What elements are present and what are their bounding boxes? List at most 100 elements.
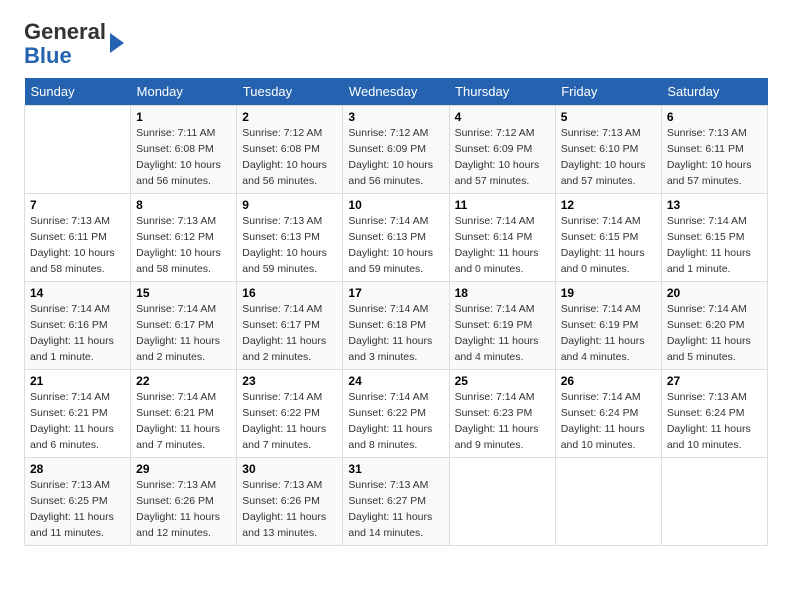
day-info: Sunrise: 7:13 AMSunset: 6:26 PMDaylight:… <box>242 478 337 541</box>
day-number: 24 <box>348 374 443 388</box>
day-number: 8 <box>136 198 231 212</box>
day-info: Sunrise: 7:13 AMSunset: 6:12 PMDaylight:… <box>136 214 231 277</box>
day-number: 10 <box>348 198 443 212</box>
day-number: 9 <box>242 198 337 212</box>
calendar-day-6: 6 Sunrise: 7:13 AMSunset: 6:11 PMDaylight… <box>661 106 767 194</box>
day-info: Sunrise: 7:14 AMSunset: 6:17 PMDaylight:… <box>242 302 337 365</box>
day-number: 26 <box>561 374 656 388</box>
calendar-day-28: 28Sunrise: 7:13 AMSunset: 6:25 PMDayligh… <box>25 458 131 546</box>
calendar-day-16: 16 Sunrise: 7:14 AMSunset: 6:17 PMDayligh… <box>237 282 343 370</box>
day-number: 16 <box>242 286 337 300</box>
day-info: Sunrise: 7:14 AMSunset: 6:15 PMDaylight:… <box>667 214 762 277</box>
calendar-day-27: 27Sunrise: 7:13 AMSunset: 6:24 PMDayligh… <box>661 370 767 458</box>
calendar-day-7: 7 Sunrise: 7:13 AMSunset: 6:11 PMDaylight… <box>25 194 131 282</box>
calendar-table: SundayMondayTuesdayWednesdayThursdayFrid… <box>24 78 768 546</box>
day-number: 30 <box>242 462 337 476</box>
weekday-header-tuesday: Tuesday <box>237 78 343 106</box>
calendar-week-row: 1 Sunrise: 7:11 AMSunset: 6:08 PMDaylight… <box>25 106 768 194</box>
calendar-day-30: 30 Sunrise: 7:13 AMSunset: 6:26 PMDayligh… <box>237 458 343 546</box>
day-info: Sunrise: 7:14 AMSunset: 6:19 PMDaylight:… <box>455 302 550 365</box>
day-number: 20 <box>667 286 762 300</box>
logo-general: General <box>24 19 106 44</box>
day-number: 3 <box>348 110 443 124</box>
calendar-day-10: 10 Sunrise: 7:14 AMSunset: 6:13 PMDayligh… <box>343 194 449 282</box>
day-number: 4 <box>455 110 550 124</box>
calendar-day-31: 31Sunrise: 7:13 AMSunset: 6:27 PMDayligh… <box>343 458 449 546</box>
calendar-day-29: 29 Sunrise: 7:13 AMSunset: 6:26 PMDayligh… <box>131 458 237 546</box>
calendar-day-26: 26 Sunrise: 7:14 AMSunset: 6:24 PMDayligh… <box>555 370 661 458</box>
day-number: 21 <box>30 374 125 388</box>
day-info: Sunrise: 7:14 AMSunset: 6:19 PMDaylight:… <box>561 302 656 365</box>
calendar-day-25: 25 Sunrise: 7:14 AMSunset: 6:23 PMDayligh… <box>449 370 555 458</box>
logo-blue: Blue <box>24 43 72 68</box>
day-info: Sunrise: 7:14 AMSunset: 6:14 PMDaylight:… <box>455 214 550 277</box>
day-number: 1 <box>136 110 231 124</box>
day-number: 17 <box>348 286 443 300</box>
weekday-header-sunday: Sunday <box>25 78 131 106</box>
logo: General Blue <box>24 20 124 68</box>
day-number: 5 <box>561 110 656 124</box>
day-info: Sunrise: 7:14 AMSunset: 6:22 PMDaylight:… <box>348 390 443 453</box>
day-number: 7 <box>30 198 125 212</box>
calendar-day-8: 8 Sunrise: 7:13 AMSunset: 6:12 PMDaylight… <box>131 194 237 282</box>
calendar-week-row: 7 Sunrise: 7:13 AMSunset: 6:11 PMDaylight… <box>25 194 768 282</box>
calendar-day-empty <box>661 458 767 546</box>
day-info: Sunrise: 7:14 AMSunset: 6:18 PMDaylight:… <box>348 302 443 365</box>
calendar-week-row: 14 Sunrise: 7:14 AMSunset: 6:16 PMDayligh… <box>25 282 768 370</box>
day-info: Sunrise: 7:11 AMSunset: 6:08 PMDaylight:… <box>136 126 231 189</box>
day-number: 29 <box>136 462 231 476</box>
calendar-day-2: 2Sunrise: 7:12 AMSunset: 6:08 PMDaylight… <box>237 106 343 194</box>
day-info: Sunrise: 7:13 AMSunset: 6:26 PMDaylight:… <box>136 478 231 541</box>
day-info: Sunrise: 7:14 AMSunset: 6:23 PMDaylight:… <box>455 390 550 453</box>
calendar-day-13: 13 Sunrise: 7:14 AMSunset: 6:15 PMDayligh… <box>661 194 767 282</box>
calendar-day-18: 18 Sunrise: 7:14 AMSunset: 6:19 PMDayligh… <box>449 282 555 370</box>
calendar-day-4: 4 Sunrise: 7:12 AMSunset: 6:09 PMDaylight… <box>449 106 555 194</box>
day-info: Sunrise: 7:14 AMSunset: 6:17 PMDaylight:… <box>136 302 231 365</box>
calendar-day-21: 21Sunrise: 7:14 AMSunset: 6:21 PMDayligh… <box>25 370 131 458</box>
day-info: Sunrise: 7:14 AMSunset: 6:15 PMDaylight:… <box>561 214 656 277</box>
day-number: 18 <box>455 286 550 300</box>
day-info: Sunrise: 7:12 AMSunset: 6:08 PMDaylight:… <box>242 126 337 189</box>
calendar-week-row: 28Sunrise: 7:13 AMSunset: 6:25 PMDayligh… <box>25 458 768 546</box>
day-info: Sunrise: 7:13 AMSunset: 6:10 PMDaylight:… <box>561 126 656 189</box>
logo-arrow-icon <box>110 33 124 53</box>
calendar-day-empty <box>449 458 555 546</box>
day-number: 13 <box>667 198 762 212</box>
day-info: Sunrise: 7:13 AMSunset: 6:13 PMDaylight:… <box>242 214 337 277</box>
calendar-day-19: 19 Sunrise: 7:14 AMSunset: 6:19 PMDayligh… <box>555 282 661 370</box>
calendar-day-15: 15 Sunrise: 7:14 AMSunset: 6:17 PMDayligh… <box>131 282 237 370</box>
day-info: Sunrise: 7:13 AMSunset: 6:11 PMDaylight:… <box>667 126 762 189</box>
weekday-header-saturday: Saturday <box>661 78 767 106</box>
calendar-day-22: 22Sunrise: 7:14 AMSunset: 6:21 PMDayligh… <box>131 370 237 458</box>
calendar-day-empty <box>555 458 661 546</box>
day-number: 19 <box>561 286 656 300</box>
day-info: Sunrise: 7:13 AMSunset: 6:11 PMDaylight:… <box>30 214 125 277</box>
calendar-day-11: 11 Sunrise: 7:14 AMSunset: 6:14 PMDayligh… <box>449 194 555 282</box>
calendar-day-3: 3Sunrise: 7:12 AMSunset: 6:09 PMDaylight… <box>343 106 449 194</box>
day-info: Sunrise: 7:13 AMSunset: 6:24 PMDaylight:… <box>667 390 762 453</box>
day-info: Sunrise: 7:14 AMSunset: 6:24 PMDaylight:… <box>561 390 656 453</box>
day-number: 25 <box>455 374 550 388</box>
day-number: 6 <box>667 110 762 124</box>
day-info: Sunrise: 7:14 AMSunset: 6:20 PMDaylight:… <box>667 302 762 365</box>
day-number: 31 <box>348 462 443 476</box>
day-number: 11 <box>455 198 550 212</box>
day-number: 15 <box>136 286 231 300</box>
calendar-day-17: 17 Sunrise: 7:14 AMSunset: 6:18 PMDayligh… <box>343 282 449 370</box>
day-info: Sunrise: 7:13 AMSunset: 6:25 PMDaylight:… <box>30 478 125 541</box>
calendar-day-12: 12 Sunrise: 7:14 AMSunset: 6:15 PMDayligh… <box>555 194 661 282</box>
calendar-day-empty <box>25 106 131 194</box>
weekday-header-row: SundayMondayTuesdayWednesdayThursdayFrid… <box>25 78 768 106</box>
day-number: 12 <box>561 198 656 212</box>
calendar-day-5: 5 Sunrise: 7:13 AMSunset: 6:10 PMDaylight… <box>555 106 661 194</box>
weekday-header-wednesday: Wednesday <box>343 78 449 106</box>
day-info: Sunrise: 7:12 AMSunset: 6:09 PMDaylight:… <box>455 126 550 189</box>
day-info: Sunrise: 7:14 AMSunset: 6:13 PMDaylight:… <box>348 214 443 277</box>
day-number: 22 <box>136 374 231 388</box>
day-info: Sunrise: 7:14 AMSunset: 6:16 PMDaylight:… <box>30 302 125 365</box>
calendar-day-23: 23Sunrise: 7:14 AMSunset: 6:22 PMDayligh… <box>237 370 343 458</box>
weekday-header-monday: Monday <box>131 78 237 106</box>
page-header: General Blue <box>24 20 768 68</box>
calendar-day-1: 1 Sunrise: 7:11 AMSunset: 6:08 PMDaylight… <box>131 106 237 194</box>
day-number: 14 <box>30 286 125 300</box>
